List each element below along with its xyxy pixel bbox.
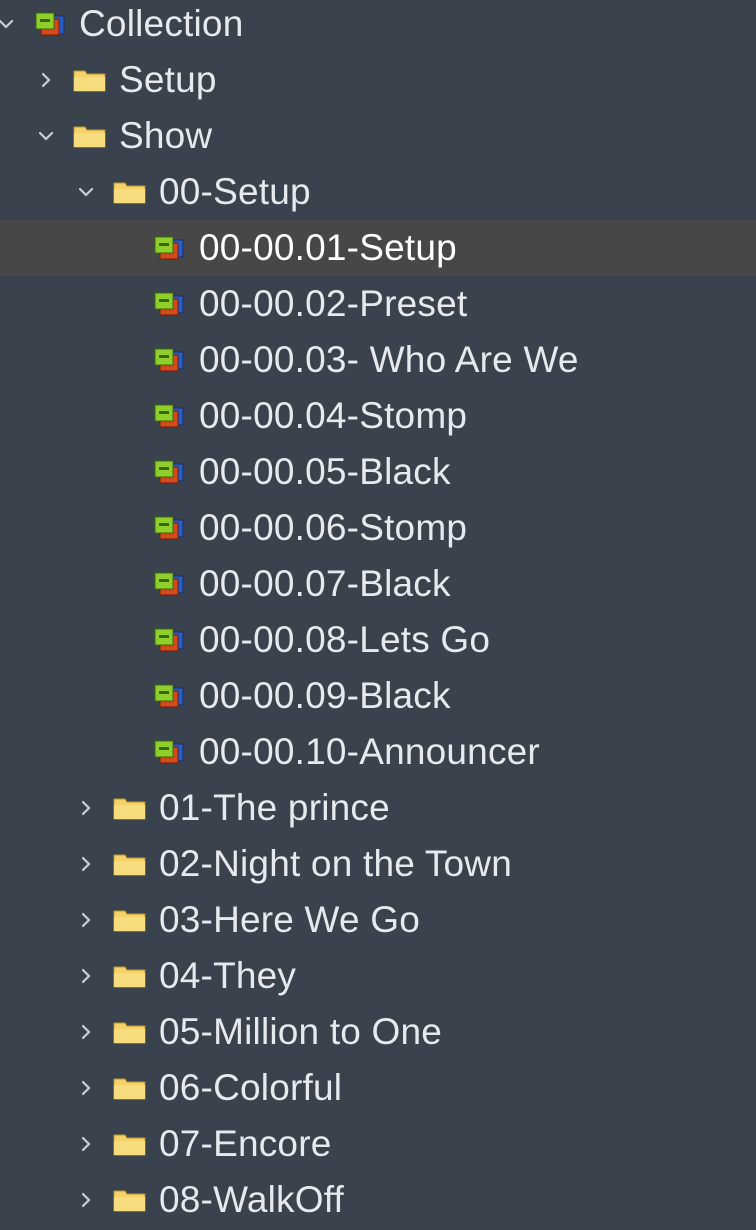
cue-item[interactable]: 00-00.03- Who Are We [0, 332, 756, 388]
cue-label: 00-00.06-Stomp [199, 507, 468, 548]
folder-icon [113, 1187, 147, 1213]
cue-label: 00-00.01-Setup [199, 227, 457, 268]
chevron-right-icon[interactable] [36, 70, 56, 90]
cue-label: 00-00.09-Black [199, 675, 451, 716]
cue-label: 00-00.05-Black [199, 451, 451, 492]
tree-item-label: 06-Colorful [159, 1067, 343, 1108]
tree-item-folder[interactable]: 02-Night on the Town [0, 836, 756, 892]
cue-icon [153, 235, 187, 261]
tree-item-label: Setup [119, 59, 217, 100]
tree-item-label: 03-Here We Go [159, 899, 421, 940]
cue-icon [153, 459, 187, 485]
cue-icon [153, 571, 187, 597]
folder-icon [113, 963, 147, 989]
cue-icon [153, 403, 187, 429]
chevron-right-icon[interactable] [76, 1022, 96, 1042]
cue-label: 00-00.08-Lets Go [199, 619, 491, 660]
chevron-right-icon[interactable] [76, 1134, 96, 1154]
cue-icon [153, 347, 187, 373]
tree-item-folder[interactable]: 06-Colorful [0, 1060, 756, 1116]
tree-item-setup[interactable]: Setup [0, 52, 756, 108]
cue-item[interactable]: 00-00.09-Black [0, 668, 756, 724]
cue-icon [153, 291, 187, 317]
cue-item[interactable]: 00-00.04-Stomp [0, 388, 756, 444]
tree-item-folder[interactable]: 01-The prince [0, 780, 756, 836]
folder-icon [113, 1131, 147, 1157]
cue-item[interactable]: 00-00.02-Preset [0, 276, 756, 332]
chevron-right-icon[interactable] [76, 1078, 96, 1098]
tree-item-label: 04-They [159, 955, 297, 996]
tree-item-folder[interactable]: 08-WalkOff [0, 1172, 756, 1228]
tree-item-show[interactable]: Show [0, 108, 756, 164]
cue-tree: Collection Setup Show 00-Setup 00-00.01-… [0, 0, 756, 1230]
chevron-down-icon[interactable] [0, 14, 16, 34]
cue-label: 00-00.07-Black [199, 563, 451, 604]
cue-icon [153, 515, 187, 541]
tree-item-label: Collection [79, 3, 244, 44]
tree-item-label: 01-The prince [159, 787, 390, 828]
tree-item-folder[interactable]: 07-Encore [0, 1116, 756, 1172]
cue-item[interactable]: 00-00.07-Black [0, 556, 756, 612]
cue-icon [153, 739, 187, 765]
cue-label: 00-00.10-Announcer [199, 731, 540, 772]
folder-icon [113, 1075, 147, 1101]
chevron-right-icon[interactable] [76, 1190, 96, 1210]
chevron-right-icon[interactable] [76, 966, 96, 986]
folder-icon [73, 123, 107, 149]
tree-item-label: 02-Night on the Town [159, 843, 512, 884]
cue-label: 00-00.02-Preset [199, 283, 468, 324]
tree-item-label: 07-Encore [159, 1123, 332, 1164]
chevron-right-icon[interactable] [76, 798, 96, 818]
chevron-down-icon[interactable] [36, 126, 56, 146]
tree-item-collection[interactable]: Collection [0, 0, 756, 52]
tree-item-label: Show [119, 115, 213, 156]
tree-item-label: 08-WalkOff [159, 1179, 344, 1220]
cue-item[interactable]: 00-00.06-Stomp [0, 500, 756, 556]
cue-icon [153, 683, 187, 709]
tree-item-folder[interactable]: 05-Million to One [0, 1004, 756, 1060]
cue-item[interactable]: 00-00.10-Announcer [0, 724, 756, 780]
cue-item[interactable]: 00-00.01-Setup [0, 220, 756, 276]
tree-item-label: 05-Million to One [159, 1011, 443, 1052]
cue-icon [153, 627, 187, 653]
chevron-down-icon[interactable] [76, 182, 96, 202]
folder-icon [113, 1019, 147, 1045]
tree-item-label: 00-Setup [159, 171, 311, 212]
tree-item-folder[interactable]: 04-They [0, 948, 756, 1004]
cue-item[interactable]: 00-00.08-Lets Go [0, 612, 756, 668]
collection-icon [34, 11, 68, 37]
folder-icon [113, 179, 147, 205]
cue-label: 00-00.03- Who Are We [199, 339, 579, 380]
folder-icon [113, 795, 147, 821]
tree-item-00-setup[interactable]: 00-Setup [0, 164, 756, 220]
folder-icon [113, 851, 147, 877]
chevron-right-icon[interactable] [76, 854, 96, 874]
cue-label: 00-00.04-Stomp [199, 395, 468, 436]
folder-icon [113, 907, 147, 933]
chevron-right-icon[interactable] [76, 910, 96, 930]
folder-icon [73, 67, 107, 93]
cue-item[interactable]: 00-00.05-Black [0, 444, 756, 500]
tree-item-folder[interactable]: 03-Here We Go [0, 892, 756, 948]
